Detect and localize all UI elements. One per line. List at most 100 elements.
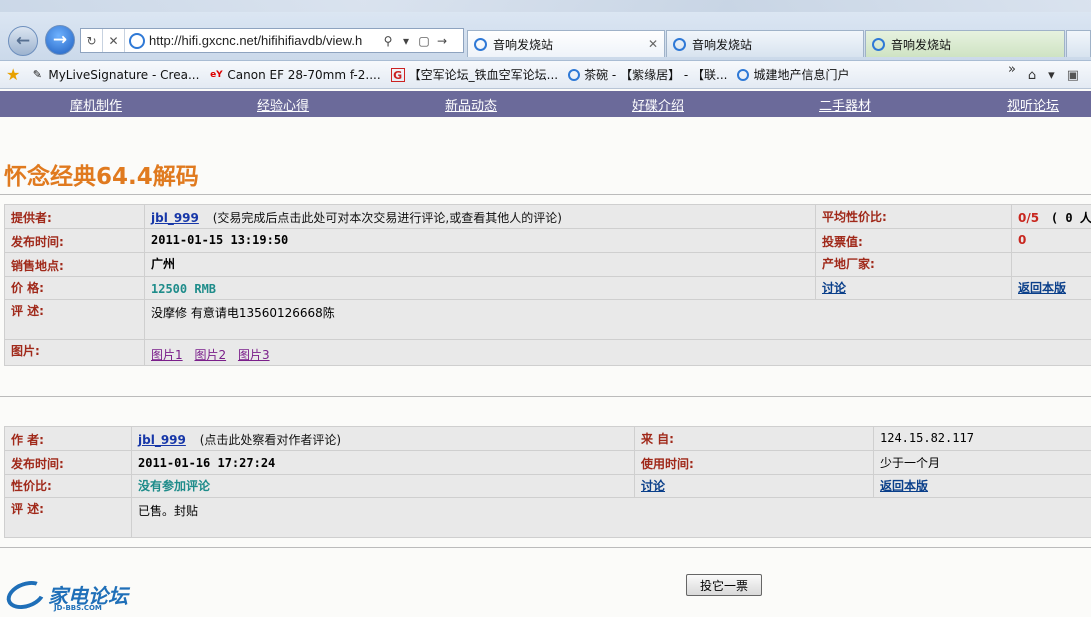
desc-label: 评 述: bbox=[4, 299, 145, 340]
provider-cell: jbl_999 (交易完成后点击此处可对本次交易进行评论,或查看其他人的评论) bbox=[144, 204, 816, 229]
ratio-value: 没有参加评论 bbox=[131, 474, 635, 498]
ie-page-icon bbox=[129, 32, 145, 49]
author-note[interactable]: (点击此处察看对作者评论) bbox=[200, 433, 341, 447]
location-label: 销售地点: bbox=[4, 252, 145, 277]
url-text[interactable]: http://hifi.gxcnc.net/hifihifiavdb/view.… bbox=[149, 33, 379, 48]
favorite-item[interactable]: ✎ MyLiveSignature - Crea... bbox=[30, 67, 200, 82]
discuss-link[interactable]: 讨论 bbox=[822, 281, 846, 295]
author-link[interactable]: jbl_999 bbox=[138, 433, 186, 447]
comment-table: 作 者: jbl_999 (点击此处察看对作者评论) 来 自: 124.15.8… bbox=[4, 426, 1091, 538]
favorite-label: 茶碗 - 【紫缘居】 - 【联... bbox=[584, 68, 728, 82]
forward-button[interactable]: → bbox=[45, 25, 75, 55]
tab-label: 音响发烧站 bbox=[493, 37, 554, 52]
go-icon[interactable]: → bbox=[433, 34, 451, 48]
comment-desc-value: 已售。封贴 bbox=[131, 497, 1091, 538]
home-dropdown-icon[interactable]: ▾ bbox=[1048, 68, 1055, 83]
favorite-label: Canon EF 28-70mm f-2.... bbox=[227, 67, 381, 82]
nav-link[interactable]: 好碟介绍 bbox=[632, 95, 684, 114]
picture-link[interactable]: 图片1 bbox=[151, 348, 183, 362]
divider bbox=[0, 194, 1091, 195]
more-favorites-icon[interactable]: » bbox=[1008, 62, 1016, 77]
address-bar[interactable]: ↻ ✕ http://hifi.gxcnc.net/hifihifiavdb/v… bbox=[80, 28, 464, 53]
listing-table: 提供者: jbl_999 (交易完成后点击此处可对本次交易进行评论,或查看其他人… bbox=[4, 204, 1091, 366]
ebay-icon: eY bbox=[210, 69, 223, 80]
tab-1[interactable]: 音响发烧站 ✕ bbox=[467, 30, 665, 57]
divider bbox=[0, 547, 1091, 548]
rss-icon[interactable]: ▣ bbox=[1067, 68, 1079, 83]
nav-link[interactable]: 二手器材 bbox=[819, 95, 871, 114]
author-label: 作 者: bbox=[4, 426, 132, 451]
avg-ratio-label: 平均性价比: bbox=[815, 204, 1012, 229]
pics-cell: 图片1 图片2 图片3 bbox=[144, 339, 1091, 366]
favorite-item[interactable]: 茶碗 - 【紫缘居】 - 【联... bbox=[568, 66, 727, 83]
site-logo[interactable]: 家电论坛 JD-BBS.COM bbox=[2, 575, 128, 614]
tab-label: 音响发烧站 bbox=[692, 37, 753, 52]
favorite-label: 城建地产信息门户 bbox=[753, 68, 850, 82]
date-label: 发布时间: bbox=[4, 228, 145, 253]
usage-value: 少于一个月 bbox=[873, 450, 1091, 475]
date-value: 2011-01-15 13:19:50 bbox=[144, 228, 816, 253]
forum-icon: G bbox=[390, 67, 405, 82]
favorite-item[interactable]: 城建地产信息门户 bbox=[737, 66, 850, 83]
nav-link[interactable]: 新品动态 bbox=[445, 95, 497, 114]
back-button[interactable]: ← bbox=[8, 26, 38, 56]
logo-subtext: JD-BBS.COM bbox=[54, 604, 102, 612]
provider-label: 提供者: bbox=[4, 204, 145, 229]
comment-back-link[interactable]: 返回本版 bbox=[880, 479, 928, 493]
favorite-item[interactable]: G 【空军论坛_铁血空军论坛... bbox=[390, 66, 559, 83]
browser-toolbar: ← → ↻ ✕ http://hifi.gxcnc.net/hifihifiav… bbox=[0, 0, 1091, 61]
from-label: 来 自: bbox=[634, 426, 874, 451]
pics-label: 图片: bbox=[4, 339, 145, 366]
picture-link[interactable]: 图片2 bbox=[194, 348, 226, 362]
close-tab-icon[interactable]: ✕ bbox=[648, 37, 658, 51]
nav-link[interactable]: 摩机制作 bbox=[70, 95, 122, 114]
search-icon[interactable]: ⚲ bbox=[379, 34, 397, 48]
refresh-icon[interactable]: ↻ bbox=[81, 29, 103, 52]
price-value: 12500 RMB bbox=[144, 276, 816, 300]
provider-note[interactable]: (交易完成后点击此处可对本次交易进行评论,或查看其他人的评论) bbox=[213, 211, 562, 225]
favorites-bar-right: » ⌂ ▾ ▣ bbox=[1008, 61, 1091, 89]
provider-link[interactable]: jbl_999 bbox=[151, 211, 199, 225]
favorites-bar: ★ ✎ MyLiveSignature - Crea... eY Canon E… bbox=[0, 61, 1091, 89]
picture-link[interactable]: 图片3 bbox=[238, 348, 270, 362]
ie-tab-icon bbox=[673, 37, 686, 51]
logo-swirl-icon bbox=[2, 575, 50, 614]
favorite-label: 【空军论坛_铁血空军论坛... bbox=[408, 68, 559, 82]
author-cell: jbl_999 (点击此处察看对作者评论) bbox=[131, 426, 635, 451]
back-to-board-link[interactable]: 返回本版 bbox=[1018, 281, 1066, 295]
comment-discuss-link[interactable]: 讨论 bbox=[641, 479, 665, 493]
ie-fav-icon bbox=[568, 68, 581, 81]
avg-ratio-count: ( 0 人 bbox=[1050, 211, 1091, 225]
comment-desc-label: 评 述: bbox=[4, 497, 132, 538]
signature-icon: ✎ bbox=[32, 67, 42, 81]
price-label: 价 格: bbox=[4, 276, 145, 300]
tab-3[interactable]: 音响发烧站 bbox=[865, 30, 1065, 57]
home-icon[interactable]: ⌂ bbox=[1028, 68, 1036, 83]
from-value: 124.15.82.117 bbox=[873, 426, 1091, 451]
votes-label: 投票值: bbox=[815, 228, 1012, 253]
window-title-bar bbox=[0, 0, 1091, 12]
site-nav: 摩机制作 经验心得 新品动态 好碟介绍 二手器材 视听论坛 bbox=[0, 91, 1091, 117]
usage-label: 使用时间: bbox=[634, 450, 874, 475]
nav-link[interactable]: 视听论坛 bbox=[1007, 95, 1059, 114]
maker-value bbox=[1011, 252, 1091, 277]
page-title: 怀念经典64.4解码 bbox=[4, 164, 199, 190]
compat-view-icon[interactable]: ▢ bbox=[415, 34, 433, 48]
vote-button[interactable]: 投它一票 bbox=[686, 574, 762, 596]
ie-tab-icon bbox=[474, 37, 487, 51]
votes-value: 0 bbox=[1011, 228, 1091, 253]
divider bbox=[0, 396, 1091, 397]
favorite-item[interactable]: eY Canon EF 28-70mm f-2.... bbox=[209, 67, 381, 82]
dropdown-icon[interactable]: ▾ bbox=[397, 34, 415, 48]
ratio-label: 性价比: bbox=[4, 474, 132, 498]
stop-icon[interactable]: ✕ bbox=[103, 29, 125, 52]
new-tab-button[interactable] bbox=[1066, 30, 1091, 57]
nav-link[interactable]: 经验心得 bbox=[257, 95, 309, 114]
avg-ratio-value: 0/5 bbox=[1018, 211, 1040, 225]
desc-value: 没摩修 有意请电13560126668陈 bbox=[144, 299, 1091, 340]
tab-label: 音响发烧站 bbox=[891, 37, 952, 52]
location-value: 广州 bbox=[144, 252, 816, 277]
favorites-star-icon[interactable]: ★ bbox=[6, 65, 20, 84]
ie-fav-icon bbox=[737, 68, 750, 81]
tab-2[interactable]: 音响发烧站 bbox=[666, 30, 864, 57]
